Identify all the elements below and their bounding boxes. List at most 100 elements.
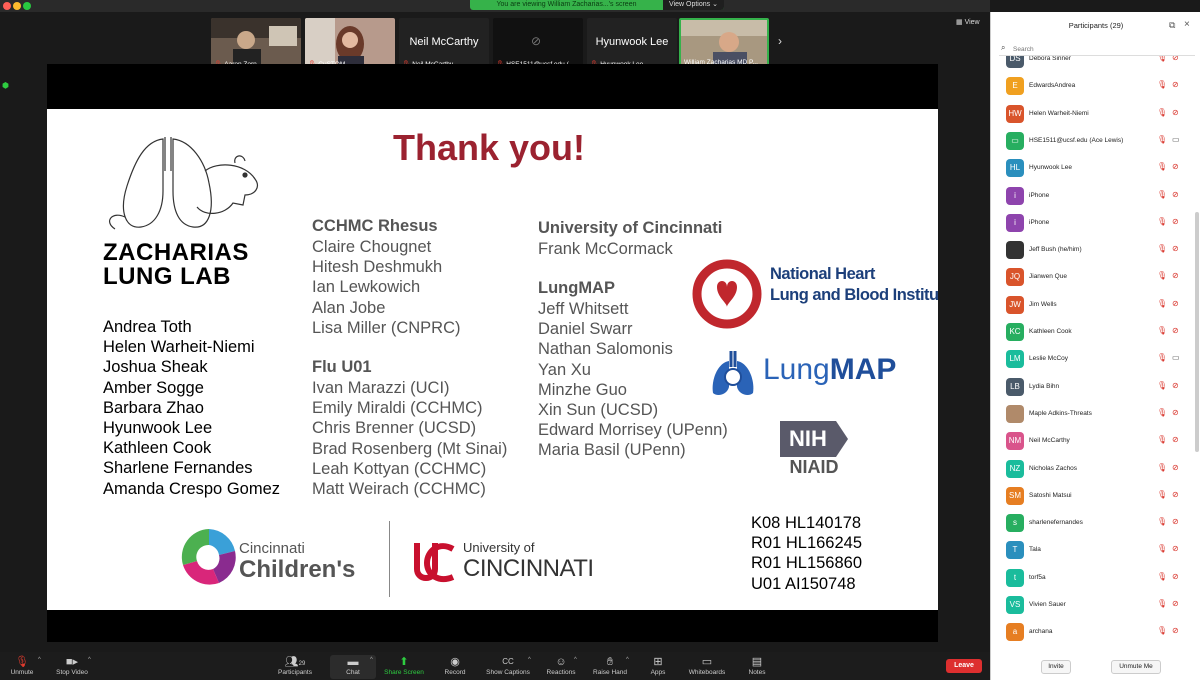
video-off-icon[interactable]: ⊘ [1172, 435, 1179, 444]
mic-muted-icon[interactable]: 🎙︎ [1157, 517, 1167, 526]
chevron-up-icon[interactable]: ^ [88, 657, 91, 663]
notes-button[interactable]: ▤ Notes [744, 655, 770, 679]
video-off-icon[interactable]: ⊘ [1172, 408, 1179, 417]
video-off-icon[interactable]: ⊘ [1172, 490, 1179, 499]
mic-muted-icon[interactable]: 🎙︎ [1157, 217, 1167, 226]
video-off-icon[interactable]: ⊘ [1172, 599, 1179, 608]
video-off-icon[interactable]: ⊘ [1172, 544, 1179, 553]
video-off-icon[interactable]: ⊘ [1172, 517, 1179, 526]
video-off-icon[interactable]: ⊘ [1172, 572, 1179, 581]
video-off-icon[interactable]: ⊘ [1172, 108, 1179, 117]
video-camera-icon[interactable]: ▭ [1172, 135, 1180, 144]
close-icon[interactable]: × [1184, 19, 1190, 30]
mic-muted-icon[interactable]: 🎙︎ [1157, 626, 1167, 635]
apps-button[interactable]: ⊞ Apps [646, 655, 670, 679]
show-captions-button[interactable]: CC Show Captions ^ [482, 655, 534, 679]
participant-row[interactable]: LM Leslie McCoy 🎙︎ ▭ [991, 350, 1200, 377]
minimize-window-icon[interactable] [13, 2, 21, 10]
participant-row[interactable]: KC Kathleen Cook 🎙︎ ⊘ [991, 323, 1200, 350]
participant-row[interactable]: a archana 🎙︎ ⊘ [991, 623, 1200, 650]
participant-row[interactable]: NZ Nicholas Zachos 🎙︎ ⊘ [991, 459, 1200, 487]
view-options-button[interactable]: View Options ⌄ [663, 0, 724, 10]
participant-row[interactable]: DS Debora Sinner 🎙︎ ⊘ [991, 56, 1200, 77]
whiteboards-button[interactable]: ▭ Whiteboards [684, 655, 730, 679]
video-off-icon[interactable]: ⊘ [1172, 299, 1179, 308]
mic-muted-icon[interactable]: 🎙︎ [1157, 244, 1167, 253]
video-off-icon[interactable]: ⊘ [1172, 80, 1179, 89]
participant-row[interactable]: HL Hyunwook Lee 🎙︎ ⊘ [991, 159, 1200, 186]
search-input[interactable] [1013, 44, 1193, 55]
participant-row[interactable]: HW Helen Warheit-Niemi 🎙︎ ⊘ [991, 104, 1200, 132]
participant-row[interactable]: i iPhone 🎙︎ ⊘ [991, 186, 1200, 214]
mic-muted-icon[interactable]: 🎙︎ [1157, 190, 1167, 199]
mic-muted-icon[interactable]: 🎙︎ [1157, 572, 1167, 581]
video-off-icon[interactable]: ⊘ [1172, 463, 1179, 472]
participant-row[interactable]: Jeff Bush (he/him) 🎙︎ ⊘ [991, 241, 1200, 268]
video-thumbnail[interactable]: 🎙︎CuSTOM [305, 18, 395, 70]
video-off-icon[interactable]: ⊘ [1172, 326, 1179, 335]
participants-button[interactable]: 👥︎29 Participants [272, 655, 318, 679]
close-window-icon[interactable] [3, 2, 11, 10]
participant-row[interactable]: NM Neil McCarthy 🎙︎ ⊘ [991, 432, 1200, 459]
chevron-up-icon[interactable]: ^ [574, 657, 577, 663]
chevron-right-icon[interactable]: › [778, 34, 782, 48]
reactions-button[interactable]: ☺ Reactions ^ [542, 655, 580, 679]
video-off-icon[interactable]: ⊘ [1172, 56, 1179, 62]
invite-button[interactable]: Invite [1041, 660, 1071, 674]
chat-button[interactable]: ▬ Chat ^ [330, 655, 376, 679]
mic-muted-icon[interactable]: 🎙︎ [1157, 544, 1167, 553]
zoom-window-icon[interactable] [23, 2, 31, 10]
mic-muted-icon[interactable]: 🎙︎ [1157, 162, 1167, 171]
mic-muted-icon[interactable]: 🎙︎ [1157, 381, 1167, 390]
view-button[interactable]: ▦ View [956, 18, 980, 26]
mic-muted-icon[interactable]: 🎙︎ [1157, 326, 1167, 335]
participant-row[interactable]: JW Jim Wells 🎙︎ ⊘ [991, 295, 1200, 323]
chevron-up-icon[interactable]: ^ [528, 657, 531, 663]
scrollbar[interactable] [1195, 212, 1199, 452]
share-screen-button[interactable]: ⬆︎ Share Screen [380, 655, 428, 679]
mic-muted-icon[interactable]: 🎙︎ [1157, 599, 1167, 608]
chevron-up-icon[interactable]: ^ [626, 657, 629, 663]
mic-muted-icon[interactable]: 🎙︎ [1157, 135, 1167, 144]
unmute-button[interactable]: 🎙︎ Unmute ^ [6, 655, 41, 679]
video-off-icon[interactable]: ⊘ [1172, 190, 1179, 199]
mic-muted-icon[interactable]: 🎙︎ [1157, 56, 1167, 62]
mic-muted-icon[interactable]: 🎙︎ [1157, 299, 1167, 308]
mic-muted-icon[interactable]: 🎙︎ [1157, 490, 1167, 499]
mic-muted-icon[interactable]: 🎙︎ [1157, 463, 1167, 472]
video-off-icon[interactable]: ⊘ [1172, 381, 1179, 390]
participant-row[interactable]: VS Vivien Sauer 🎙︎ ⊘ [991, 596, 1200, 623]
chevron-up-icon[interactable]: ^ [370, 657, 373, 663]
participant-row[interactable]: SM Satoshi Matsui 🎙︎ ⊘ [991, 486, 1200, 514]
participant-row[interactable]: t torf5a 🎙︎ ⊘ [991, 568, 1200, 596]
leave-button[interactable]: Leave [946, 659, 982, 673]
record-button[interactable]: ◉ Record [440, 655, 470, 679]
participant-row[interactable]: ▭ HSE1511@ucsf.edu (Ace Lewis) 🎙︎ ▭ [991, 131, 1200, 159]
participant-row[interactable]: JQ Jianwen Que 🎙︎ ⊘ [991, 268, 1200, 295]
chevron-up-icon[interactable]: ^ [38, 657, 41, 663]
mic-muted-icon[interactable]: 🎙︎ [1157, 353, 1167, 362]
video-off-icon[interactable]: ⊘ [1172, 626, 1179, 635]
mic-muted-icon[interactable]: 🎙︎ [1157, 271, 1167, 280]
unmute-me-button[interactable]: Unmute Me [1111, 660, 1161, 674]
mic-muted-icon[interactable]: 🎙︎ [1157, 408, 1167, 417]
video-off-icon[interactable]: ⊘ [1172, 271, 1179, 280]
participant-row[interactable]: E EdwardsAndrea 🎙︎ ⊘ [991, 77, 1200, 104]
stop-video-button[interactable]: ■▸ Stop Video ^ [52, 655, 92, 679]
participant-row[interactable]: s sharlenefernandes 🎙︎ ⊘ [991, 514, 1200, 541]
participant-row[interactable]: i iPhone 🎙︎ ⊘ [991, 213, 1200, 241]
participant-row[interactable]: T Tala 🎙︎ ⊘ [991, 541, 1200, 568]
video-thumbnail[interactable]: ⊘ 🎙︎HSE1511@ucsf.edu (... [493, 18, 583, 70]
mic-muted-icon[interactable]: 🎙︎ [1157, 80, 1167, 89]
video-camera-icon[interactable]: ▭ [1172, 353, 1180, 362]
raise-hand-button[interactable]: ✋︎ Raise Hand ^ [590, 655, 630, 679]
video-thumbnail[interactable]: Hyunwook Lee 🎙︎Hyunwook Lee [587, 18, 677, 70]
video-thumbnail[interactable]: 🎙︎Aaron Zorn [211, 18, 301, 70]
shield-icon[interactable]: ⬢ [2, 82, 10, 90]
video-thumbnail[interactable]: Neil McCarthy 🎙︎Neil McCarthy [399, 18, 489, 70]
video-off-icon[interactable]: ⊘ [1172, 162, 1179, 171]
video-off-icon[interactable]: ⊘ [1172, 244, 1179, 253]
mic-muted-icon[interactable]: 🎙︎ [1157, 108, 1167, 117]
participant-row[interactable]: LB Lydia Bihn 🎙︎ ⊘ [991, 377, 1200, 405]
video-thumbnail-active-speaker[interactable]: William Zacharias MD P... [679, 18, 769, 70]
